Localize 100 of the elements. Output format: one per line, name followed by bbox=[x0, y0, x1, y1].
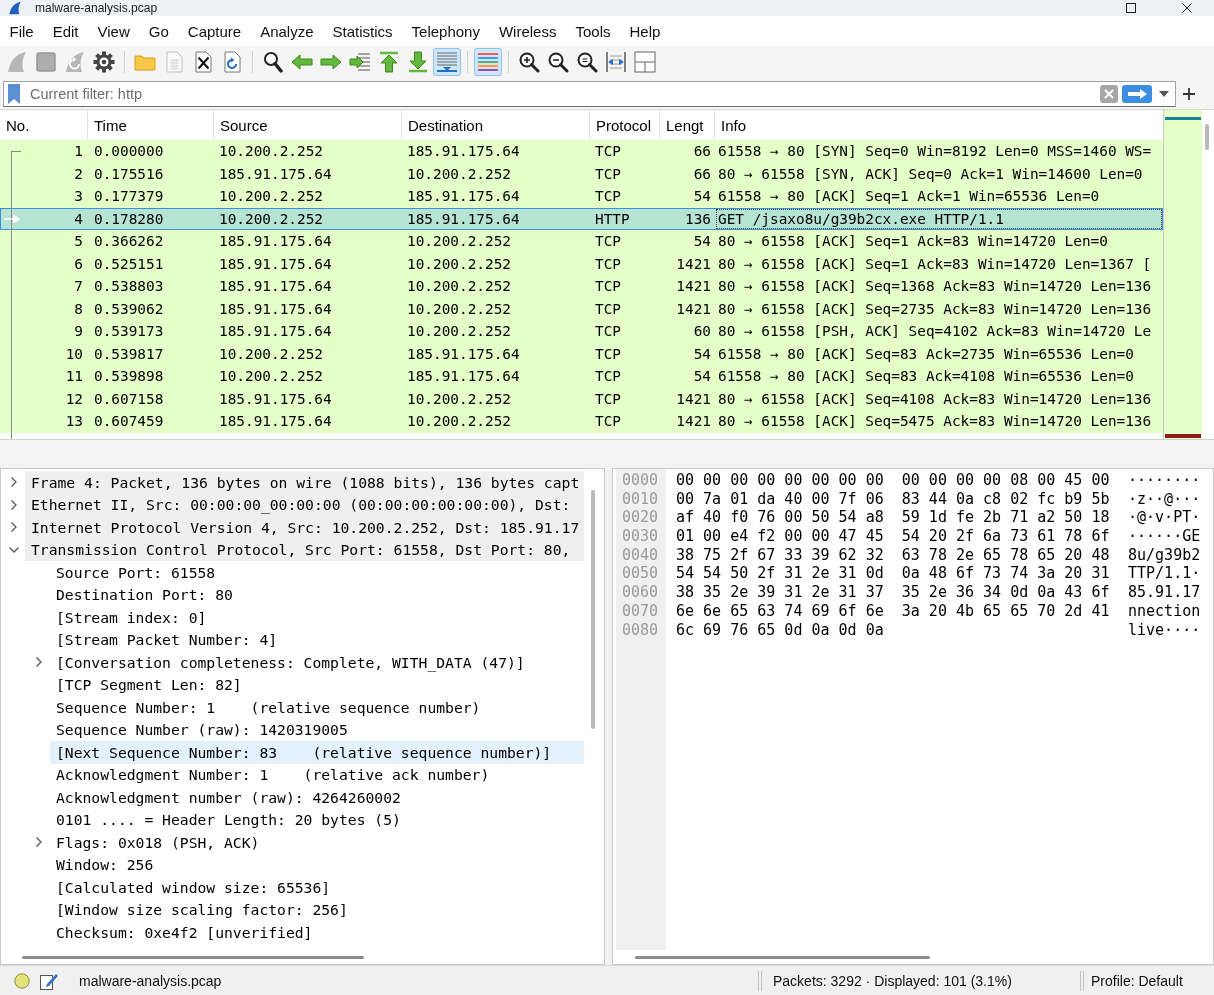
packet-row[interactable]: 2 0.175516 185.91.175.64 10.200.2.252 TCP 66 80 → 61558 [SYN, ACK] Seq=0 Ack=1 Win=14600 Len=0 bbox=[0, 162, 1163, 185]
tree-item[interactable]: [Stream index: 0] bbox=[50, 606, 584, 629]
maximize-icon[interactable] bbox=[1126, 3, 1136, 13]
auto-scroll-button[interactable] bbox=[433, 48, 461, 76]
tree-item[interactable]: Internet Protocol Version 4, Src: 10.200.2.252, Dst: 185.91.17 bbox=[25, 516, 584, 539]
packet-row[interactable]: 3 0.177379 10.200.2.252 185.91.175.64 TCP 54 61558 → 80 [ACK] Seq=1 Ack=1 Win=65536 Len=0 bbox=[0, 185, 1163, 208]
plus-icon[interactable] bbox=[1183, 87, 1195, 100]
tree-item[interactable]: Window: 256 bbox=[50, 853, 584, 876]
caret-icon[interactable] bbox=[1159, 90, 1169, 97]
chevron-right-icon[interactable] bbox=[11, 477, 17, 488]
packet-row[interactable]: 9 0.539173 185.91.175.64 10.200.2.252 TCP 60 80 → 61558 [PSH, ACK] Seq=4102 Ack=83 Win=14720 Le bbox=[0, 320, 1163, 343]
table-cell-text: 10.200.2.252 bbox=[406, 299, 512, 319]
chevron-right-icon[interactable] bbox=[36, 657, 42, 668]
hex-offset: 0060 bbox=[621, 583, 659, 602]
menu-item[interactable]: Analyze bbox=[250, 19, 324, 43]
packet-row[interactable]: 11 0.539898 10.200.2.252 185.91.175.64 TCP 54 61558 → 80 [ACK] Seq=83 Ack=4108 Win=65536 Len=0 bbox=[0, 365, 1163, 388]
packet-row[interactable]: 8 0.539062 185.91.175.64 10.200.2.252 TCP 1421 80 → 61558 [ACK] Seq=2735 Ack=83 Win=14720 Len=136 bbox=[0, 297, 1163, 320]
table-cell-text: 80 → 61558 [ACK] Seq=1 Ack=83 Win=14720 Len=1367 [ bbox=[717, 254, 1153, 274]
menu-item[interactable]: Edit bbox=[43, 19, 89, 43]
table-cell-text: 2 bbox=[73, 164, 84, 184]
table-cell-text: 0.607459 bbox=[93, 412, 165, 432]
table-cell-text: 8 bbox=[73, 299, 84, 319]
chevron-right-icon[interactable] bbox=[36, 837, 42, 848]
table-cell-text: 3 bbox=[73, 187, 84, 207]
status-circle-icon[interactable] bbox=[14, 972, 30, 989]
table-cell-text: 80 → 61558 [ACK] Seq=1368 Ack=83 Win=14720 Len=136 bbox=[717, 277, 1153, 297]
menu-item[interactable]: Statistics bbox=[323, 19, 403, 43]
scrollbar-thumb[interactable] bbox=[1205, 124, 1209, 150]
tree-item[interactable]: Flags: 0x018 (PSH, ACK) bbox=[50, 831, 584, 854]
table-cell-text: 185.91.175.64 bbox=[406, 142, 521, 162]
close-icon[interactable] bbox=[1182, 3, 1192, 13]
chevron-right-icon[interactable] bbox=[11, 499, 17, 510]
table-cell-text: TCP bbox=[594, 367, 622, 387]
fin-refresh-icon bbox=[64, 51, 86, 73]
menu-item[interactable]: Go bbox=[139, 19, 179, 43]
hex-offset: 0080 bbox=[621, 620, 659, 640]
scrollbar-thumb[interactable] bbox=[22, 955, 364, 959]
packet-row[interactable]: 1 0.000000 10.200.2.252 185.91.175.64 TCP 66 61558 → 80 [SYN] Seq=0 Win=8192 Len=0 MSS=1460 WS= bbox=[0, 140, 1163, 163]
packet-row[interactable]: 7 0.538803 185.91.175.64 10.200.2.252 TCP 1421 80 → 61558 [ACK] Seq=1368 Ack=83 Win=14720 Len=136 bbox=[0, 275, 1163, 298]
menu-item[interactable]: View bbox=[88, 19, 140, 43]
tree-item[interactable]: [Calculated window size: 65536] bbox=[50, 876, 584, 899]
menu-item[interactable]: Telephony bbox=[402, 19, 490, 43]
chevron-down-icon[interactable] bbox=[9, 546, 19, 553]
profile-name[interactable]: Profile: Default bbox=[1091, 972, 1183, 989]
tree-item[interactable]: Source Port: 61558 bbox=[50, 561, 584, 584]
tree-item[interactable]: Checksum: 0xe4f2 [unverified] bbox=[50, 921, 584, 944]
scrollbar-thumb[interactable] bbox=[635, 955, 930, 959]
tree-item[interactable]: Destination Port: 80 bbox=[50, 583, 584, 606]
table-cell-text: 0.175516 bbox=[93, 164, 165, 184]
packet-row[interactable]: 5 0.366262 185.91.175.64 10.200.2.252 TCP 54 80 → 61558 [ACK] Seq=1 Ack=83 Win=14720 Len=0 bbox=[0, 230, 1163, 253]
hex-offset: 0010 bbox=[621, 489, 659, 509]
column-header[interactable]: Info bbox=[715, 110, 1163, 140]
packet-row[interactable]: 10 0.539817 10.200.2.252 185.91.175.64 TCP 54 61558 → 80 [ACK] Seq=83 Ack=2735 Win=65536 Len=0 bbox=[0, 342, 1163, 365]
zoom-in-icon bbox=[518, 51, 540, 73]
resize-columns-icon bbox=[605, 51, 627, 73]
clear-icon[interactable] bbox=[1100, 84, 1118, 103]
menu-item[interactable]: File bbox=[0, 19, 44, 43]
tree-item[interactable]: 0101 .... = Header Length: 20 bytes (5) bbox=[50, 808, 584, 831]
table-cell-text: 185.91.175.64 bbox=[218, 232, 333, 252]
packet-row[interactable]: 4 0.178280 10.200.2.252 185.91.175.64 HTTP 136 GET /jsaxo8u/g39b2cx.exe HTTP/1.1 bbox=[0, 207, 1163, 230]
table-cell-text: 185.91.175.64 bbox=[406, 187, 521, 207]
tree-item[interactable]: [TCP Segment Len: 82] bbox=[50, 673, 584, 696]
minimap-marker bbox=[1165, 434, 1201, 438]
packet-row[interactable]: 6 0.525151 185.91.175.64 10.200.2.252 TCP 1421 80 → 61558 [ACK] Seq=1 Ack=83 Win=14720 Len=1367 [ bbox=[0, 252, 1163, 275]
table-cell-text: 66 bbox=[692, 142, 712, 162]
tree-item[interactable]: Acknowledgment Number: 1 (relative ack number) bbox=[50, 763, 584, 786]
tree-item[interactable]: Transmission Control Protocol, Src Port: 61558, Dst Port: 80, bbox=[25, 538, 584, 561]
tree-item[interactable]: [Next Sequence Number: 83 (relative sequence number)] bbox=[50, 741, 584, 764]
file-name: malware-analysis.pcap bbox=[79, 972, 222, 989]
ascii-text: live···· bbox=[1128, 620, 1201, 640]
scrollbar-thumb[interactable] bbox=[591, 490, 595, 729]
list-scroll-icon bbox=[436, 51, 458, 73]
tree-item[interactable]: Acknowledgment number (raw): 4264260002 bbox=[50, 786, 584, 809]
note-pencil-icon[interactable] bbox=[40, 971, 58, 990]
table-cell-text: 1421 bbox=[675, 277, 712, 297]
hex-bytes: af 40 f0 76 00 50 54 a8 59 1d fe 2b 71 a2 50 18 bbox=[676, 508, 1110, 528]
table-cell-text: 11 bbox=[64, 367, 84, 387]
tree-item[interactable]: [Window size scaling factor: 256] bbox=[50, 898, 584, 921]
table-cell-text: 10.200.2.252 bbox=[218, 187, 324, 207]
tree-item[interactable]: Sequence Number: 1 (relative sequence number) bbox=[50, 696, 584, 719]
pane-layout-button[interactable] bbox=[631, 48, 659, 76]
tree-item[interactable]: [Stream Packet Number: 4] bbox=[50, 628, 584, 651]
colorize-button[interactable] bbox=[474, 48, 502, 76]
tree-item[interactable]: [Conversation completeness: Complete, WITH_DATA (47)] bbox=[50, 651, 584, 674]
bookmark-icon[interactable] bbox=[8, 83, 20, 104]
menu-item[interactable]: Capture bbox=[178, 19, 251, 43]
menu-item[interactable]: Wireless bbox=[489, 19, 566, 43]
table-cell-text: 10.200.2.252 bbox=[218, 344, 324, 364]
packet-row[interactable]: 12 0.607158 185.91.175.64 10.200.2.252 TCP 1421 80 → 61558 [ACK] Seq=4108 Ack=83 Win=14720 Len=136 bbox=[0, 387, 1163, 410]
tree-item[interactable]: Ethernet II, Src: 00:00:00_00:00:00 (00:00:00:00:00:00), Dst: bbox=[25, 493, 584, 516]
hex-bytes: 6c 69 76 65 0d 0a 0d 0a bbox=[676, 620, 884, 640]
tree-item[interactable]: Sequence Number (raw): 1420319005 bbox=[50, 718, 584, 741]
packet-row[interactable]: 13 0.607459 185.91.175.64 10.200.2.252 TCP 1421 80 → 61558 [ACK] Seq=5475 Ack=83 Win=14720 Len=136 bbox=[0, 410, 1163, 433]
menu-item[interactable]: Help bbox=[620, 19, 670, 43]
table-cell-text: 185.91.175.64 bbox=[406, 209, 521, 229]
menu-item[interactable]: Tools bbox=[565, 19, 620, 43]
table-cell-text: 1421 bbox=[675, 299, 712, 319]
chevron-right-icon[interactable] bbox=[11, 522, 17, 533]
hex-offset: 0000 bbox=[621, 471, 659, 490]
tree-item[interactable]: Frame 4: Packet, 136 bytes on wire (1088 bits), 136 bytes capt bbox=[25, 471, 584, 494]
